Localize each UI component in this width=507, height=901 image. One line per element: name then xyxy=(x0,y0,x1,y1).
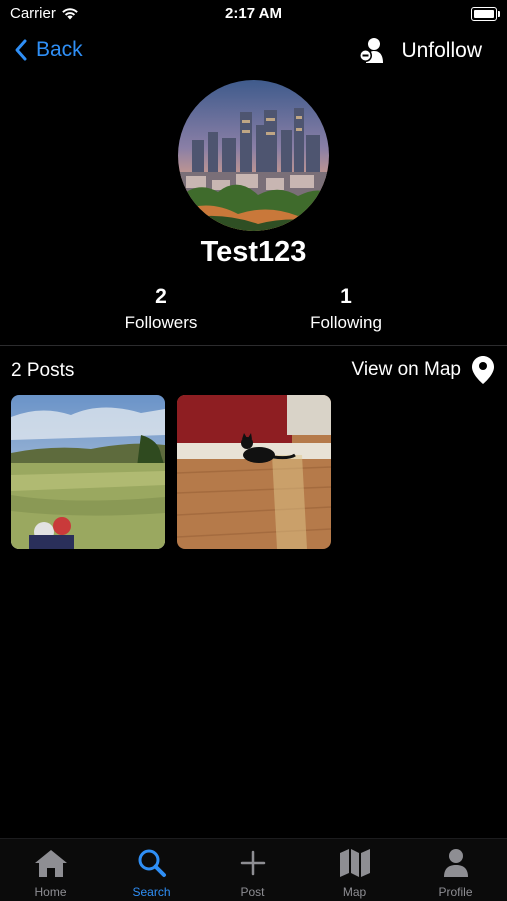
battery-icon xyxy=(471,7,500,21)
map-icon xyxy=(339,849,370,877)
tab-search-label: Search xyxy=(132,885,171,899)
status-time: 2:17 AM xyxy=(225,5,282,22)
chevron-left-icon xyxy=(15,39,27,61)
profile-username: Test123 xyxy=(200,236,307,268)
tab-post-label: Post xyxy=(240,885,265,899)
tab-profile[interactable]: Profile xyxy=(405,847,506,899)
following-stat[interactable]: 1 Following xyxy=(266,284,426,334)
tab-post[interactable]: Post xyxy=(202,847,303,899)
person-icon xyxy=(443,849,468,877)
tab-map-label: Map xyxy=(342,885,367,899)
posts-count: 2 Posts xyxy=(11,360,75,381)
tab-profile-label: Profile xyxy=(438,885,473,899)
unfollow-button[interactable]: Unfollow xyxy=(357,36,482,66)
following-label: Following xyxy=(310,313,382,332)
section-divider xyxy=(0,345,507,346)
map-pin-icon xyxy=(472,356,494,384)
tab-home-label: Home xyxy=(34,885,67,899)
tab-bar: Home Search Post Map Profile xyxy=(0,838,507,901)
back-label: Back xyxy=(36,38,83,61)
person-minus-icon xyxy=(359,38,384,63)
profile-avatar xyxy=(178,80,329,231)
post-thumbnail[interactable] xyxy=(11,395,165,549)
view-map-label: View on Map xyxy=(351,359,462,380)
plus-icon xyxy=(240,850,265,876)
magnifier-icon xyxy=(138,849,166,877)
tab-map[interactable]: Map xyxy=(304,847,405,899)
status-bar: Carrier 2:17 AM xyxy=(0,0,507,30)
tab-search[interactable]: Search xyxy=(101,847,202,899)
city-skyline-image xyxy=(178,80,329,231)
post-thumbnail[interactable] xyxy=(177,395,331,549)
tab-home[interactable]: Home xyxy=(0,847,101,899)
view-on-map-button[interactable]: View on Map xyxy=(352,355,496,385)
golf-course-photo xyxy=(11,395,165,549)
followers-label: Followers xyxy=(124,313,198,332)
house-icon xyxy=(34,850,67,877)
followers-stat[interactable]: 2 Followers xyxy=(81,284,241,334)
back-button[interactable]: Back xyxy=(14,38,83,62)
black-cat-photo xyxy=(177,395,331,549)
unfollow-label: Unfollow xyxy=(401,39,482,62)
following-count: 1 xyxy=(340,285,352,308)
followers-count: 2 xyxy=(155,285,167,308)
